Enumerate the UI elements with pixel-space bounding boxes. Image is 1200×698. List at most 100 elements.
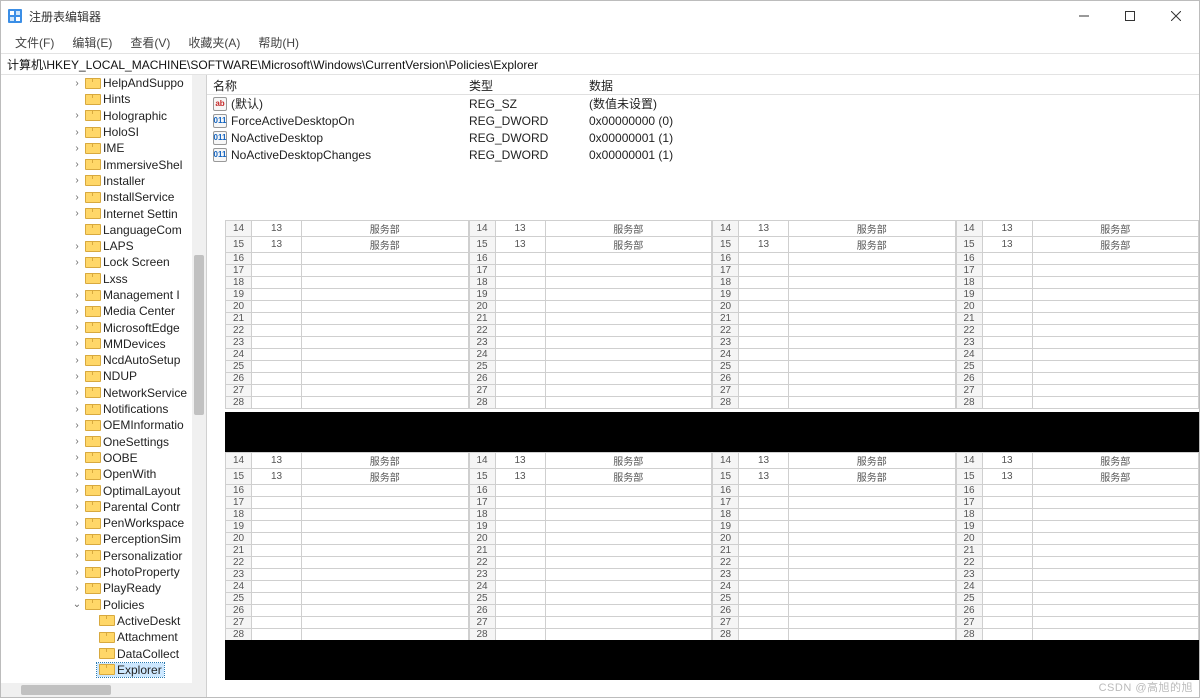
- tree-node[interactable]: Hints: [1, 91, 206, 107]
- close-button[interactable]: [1153, 1, 1199, 31]
- tree-vscrollbar[interactable]: [192, 75, 206, 683]
- tree-node[interactable]: ⌄Policies: [1, 597, 206, 613]
- tree-node[interactable]: LanguageCom: [1, 222, 206, 238]
- tree-node[interactable]: ›PhotoProperty: [1, 564, 206, 580]
- tree-node[interactable]: ›Holographic: [1, 108, 206, 124]
- column-header-type[interactable]: 类型: [463, 75, 583, 94]
- chevron-right-icon[interactable]: ›: [71, 420, 83, 431]
- tree-node[interactable]: ›IME: [1, 140, 206, 156]
- folder-icon: [85, 485, 99, 496]
- tree-node[interactable]: ›HelpAndSuppo: [1, 75, 206, 91]
- tree-node-label: Parental Contr: [103, 500, 180, 514]
- chevron-right-icon[interactable]: ›: [71, 550, 83, 561]
- chevron-right-icon[interactable]: ›: [71, 306, 83, 317]
- tree-node[interactable]: ›OEMInformatio: [1, 417, 206, 433]
- tree-node[interactable]: ›Installer: [1, 173, 206, 189]
- column-header-data[interactable]: 数据: [583, 75, 1199, 94]
- chevron-right-icon[interactable]: ›: [71, 355, 83, 366]
- chevron-right-icon[interactable]: ›: [71, 159, 83, 170]
- folder-icon: [85, 371, 99, 382]
- chevron-right-icon[interactable]: ›: [71, 208, 83, 219]
- tree-node[interactable]: ›Media Center: [1, 303, 206, 319]
- value-name: NoActiveDesktop: [231, 131, 323, 145]
- tree-node[interactable]: ›Notifications: [1, 401, 206, 417]
- tree-node[interactable]: ›OOBE: [1, 450, 206, 466]
- chevron-right-icon[interactable]: ›: [71, 110, 83, 121]
- chevron-right-icon[interactable]: ›: [71, 371, 83, 382]
- tree-node[interactable]: DataCollect: [1, 645, 206, 661]
- chevron-right-icon[interactable]: ›: [71, 583, 83, 594]
- tree-node-label: Hints: [103, 92, 130, 106]
- tree-node[interactable]: ›HoloSI: [1, 124, 206, 140]
- chevron-right-icon[interactable]: ›: [71, 404, 83, 415]
- tree-node[interactable]: ›Personalizatior: [1, 548, 206, 564]
- folder-icon: [85, 143, 99, 154]
- value-row[interactable]: ab(默认)REG_SZ(数值未设置): [207, 95, 1199, 112]
- address-text: 计算机\HKEY_LOCAL_MACHINE\SOFTWARE\Microsof…: [7, 56, 538, 73]
- tree-view[interactable]: ›HelpAndSuppoHints ›Holographic›HoloSI›IM…: [1, 75, 206, 678]
- chevron-right-icon[interactable]: ›: [71, 567, 83, 578]
- chevron-right-icon[interactable]: ›: [71, 338, 83, 349]
- chevron-right-icon[interactable]: ›: [71, 534, 83, 545]
- menu-edit[interactable]: 编辑(E): [64, 32, 120, 53]
- tree-node[interactable]: ›NetworkService: [1, 385, 206, 401]
- tree-node[interactable]: ›MicrosoftEdge: [1, 319, 206, 335]
- tree-node[interactable]: ›PerceptionSim: [1, 531, 206, 547]
- chevron-right-icon[interactable]: ›: [71, 192, 83, 203]
- regedit-icon: [7, 8, 23, 24]
- tree-node[interactable]: ›OpenWith: [1, 466, 206, 482]
- value-row[interactable]: 011ForceActiveDesktopOnREG_DWORD0x000000…: [207, 112, 1199, 129]
- minimize-button[interactable]: [1061, 1, 1107, 31]
- chevron-right-icon[interactable]: ›: [71, 485, 83, 496]
- tree-node[interactable]: ›Lock Screen: [1, 254, 206, 270]
- tree-node[interactable]: ›Internet Settin: [1, 205, 206, 221]
- chevron-right-icon[interactable]: ›: [71, 127, 83, 138]
- address-bar[interactable]: 计算机\HKEY_LOCAL_MACHINE\SOFTWARE\Microsof…: [1, 53, 1199, 75]
- chevron-right-icon[interactable]: ›: [71, 143, 83, 154]
- value-type: REG_SZ: [463, 97, 583, 111]
- column-header-name[interactable]: 名称: [207, 75, 463, 94]
- chevron-right-icon[interactable]: ›: [71, 501, 83, 512]
- chevron-right-icon[interactable]: ›: [71, 518, 83, 529]
- chevron-right-icon[interactable]: ›: [71, 78, 83, 89]
- title-bar: 注册表编辑器: [1, 1, 1199, 31]
- menu-favorites[interactable]: 收藏夹(A): [180, 32, 248, 53]
- tree-node[interactable]: ›PenWorkspace: [1, 515, 206, 531]
- tree-node[interactable]: ›LAPS: [1, 238, 206, 254]
- menu-file[interactable]: 文件(F): [7, 32, 62, 53]
- tree-node[interactable]: ›OptimalLayout: [1, 482, 206, 498]
- tree-node[interactable]: ›Management I: [1, 287, 206, 303]
- hscroll-thumb[interactable]: [21, 685, 111, 695]
- chevron-right-icon[interactable]: ›: [71, 175, 83, 186]
- tree-hscrollbar[interactable]: [1, 683, 206, 697]
- tree-node[interactable]: ›OneSettings: [1, 434, 206, 450]
- values-list[interactable]: ab(默认)REG_SZ(数值未设置)011ForceActiveDesktop…: [207, 95, 1199, 163]
- tree-node[interactable]: ›NcdAutoSetup: [1, 352, 206, 368]
- chevron-right-icon[interactable]: ›: [71, 322, 83, 333]
- tree-node[interactable]: › Parental Contr: [1, 499, 206, 515]
- chevron-right-icon[interactable]: ›: [71, 387, 83, 398]
- maximize-button[interactable]: [1107, 1, 1153, 31]
- folder-icon: [99, 664, 113, 675]
- tree-node[interactable]: ›ImmersiveShel: [1, 156, 206, 172]
- menu-view[interactable]: 查看(V): [122, 32, 178, 53]
- tree-node[interactable]: ›MMDevices: [1, 336, 206, 352]
- chevron-right-icon[interactable]: ›: [71, 436, 83, 447]
- value-row[interactable]: 011NoActiveDesktopChangesREG_DWORD0x0000…: [207, 146, 1199, 163]
- tree-node[interactable]: ›PlayReady: [1, 580, 206, 596]
- tree-node[interactable]: Lxss: [1, 271, 206, 287]
- tree-node[interactable]: ›NDUP: [1, 368, 206, 384]
- menu-help[interactable]: 帮助(H): [250, 32, 307, 53]
- chevron-right-icon[interactable]: ›: [71, 290, 83, 301]
- chevron-right-icon[interactable]: ›: [71, 469, 83, 480]
- chevron-down-icon[interactable]: ⌄: [71, 599, 83, 610]
- chevron-right-icon[interactable]: ›: [71, 257, 83, 268]
- chevron-right-icon[interactable]: ›: [71, 452, 83, 463]
- value-row[interactable]: 011NoActiveDesktopREG_DWORD0x00000001 (1…: [207, 129, 1199, 146]
- tree-node[interactable]: Explorer: [1, 662, 206, 678]
- chevron-right-icon[interactable]: ›: [71, 241, 83, 252]
- tree-node[interactable]: ActiveDeskt: [1, 613, 206, 629]
- vscroll-thumb[interactable]: [194, 255, 204, 415]
- tree-node[interactable]: ›InstallService: [1, 189, 206, 205]
- tree-node[interactable]: Attachment: [1, 629, 206, 645]
